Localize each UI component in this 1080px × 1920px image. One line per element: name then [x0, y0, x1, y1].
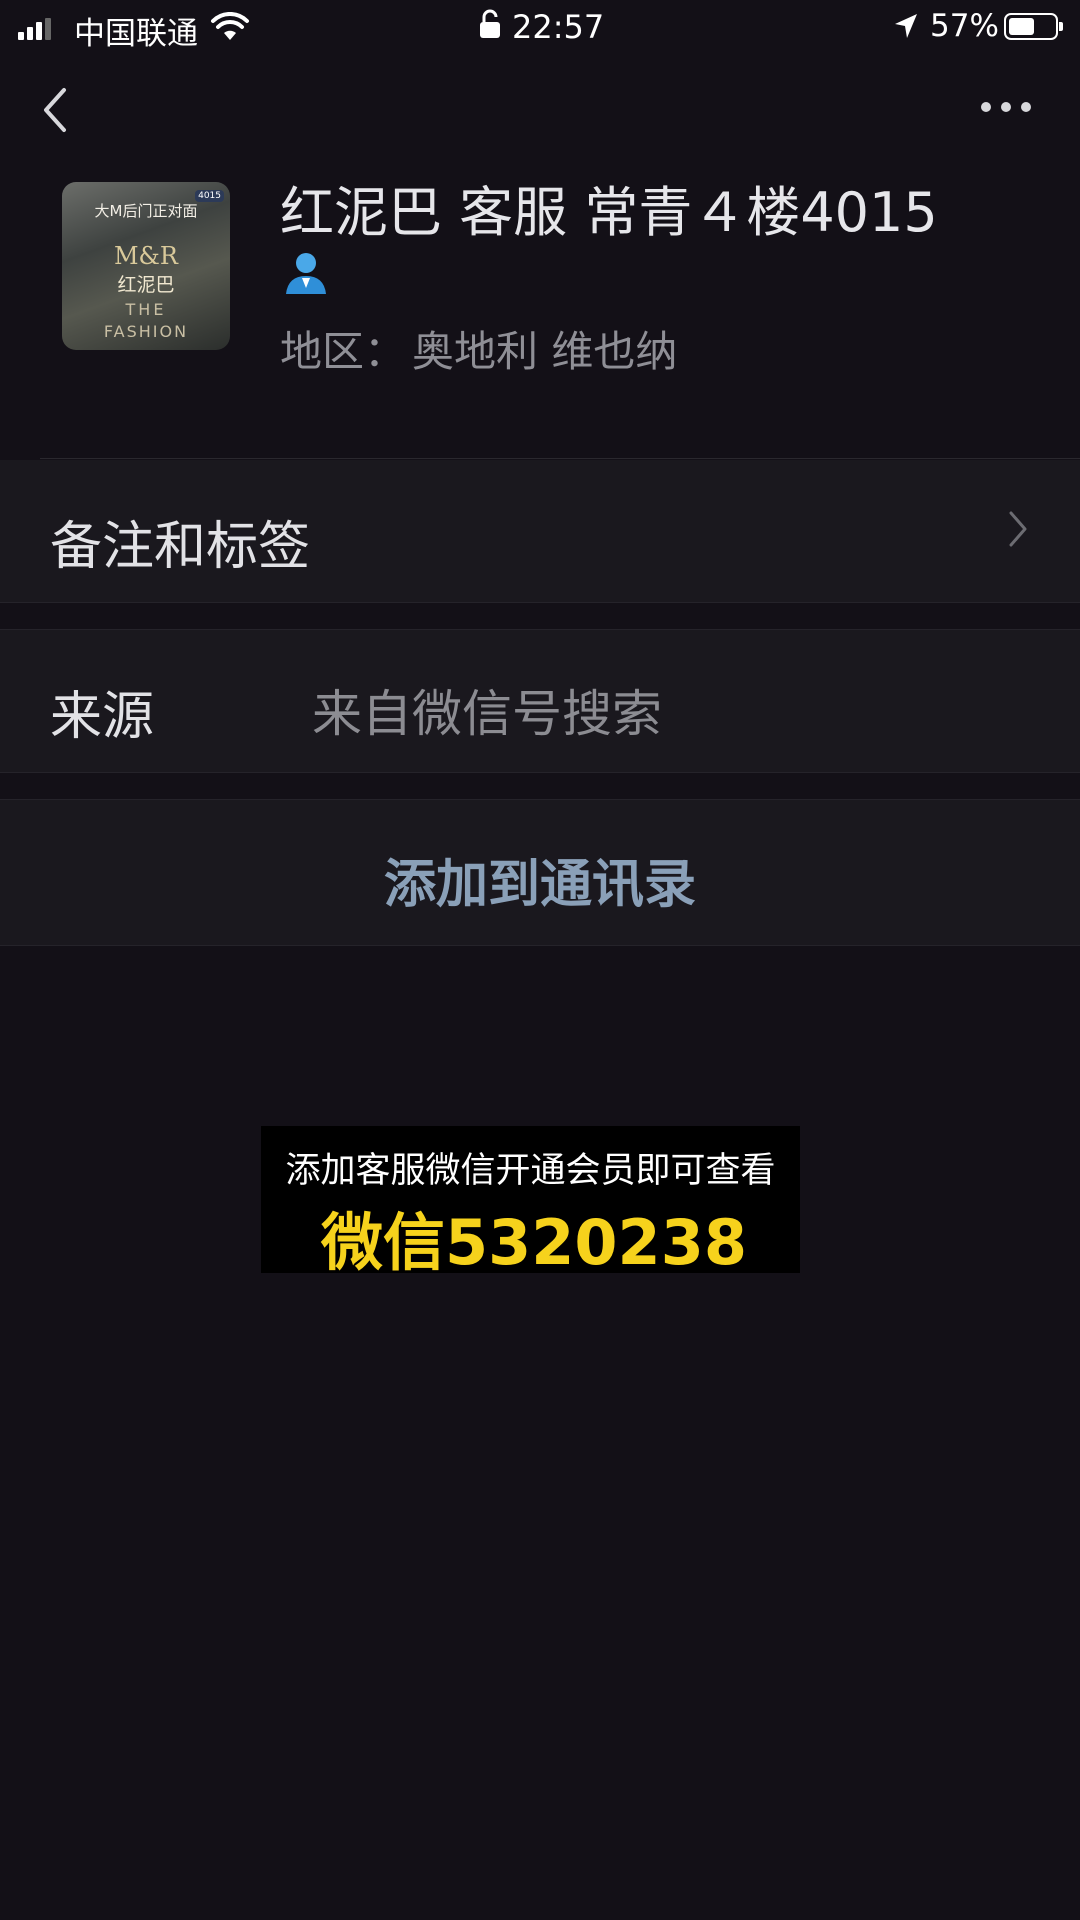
status-time: 22:57	[512, 8, 605, 46]
cellular-signal-icon	[18, 18, 52, 40]
promo-text: 添加客服微信开通会员即可查看	[285, 1151, 776, 1191]
divider	[40, 458, 1080, 459]
source-label: 来源	[50, 687, 155, 747]
orientation-lock-icon	[480, 9, 500, 38]
wifi-icon	[211, 12, 249, 40]
back-icon[interactable]	[40, 86, 70, 134]
promo-wechat-id: 微信5320238	[321, 1206, 747, 1279]
contact-name: 红泥巴 客服 常青４楼4015	[280, 181, 938, 244]
location-arrow-icon	[895, 14, 917, 38]
remarks-and-tags-label: 备注和标签	[50, 517, 311, 577]
source-value: 来自微信号搜索	[312, 685, 662, 743]
more-options-icon[interactable]	[980, 100, 1032, 114]
person-icon	[286, 253, 326, 294]
battery-icon	[1004, 13, 1063, 40]
carrier-name: 中国联通	[74, 16, 198, 52]
avatar-name: 红泥巴	[117, 274, 175, 296]
promo-overlay: 添加客服微信开通会员即可查看 微信5320238	[261, 1126, 800, 1279]
source-row: 来源 来自微信号搜索	[0, 630, 1080, 772]
avatar-line2: FASHION	[103, 322, 189, 341]
divider	[0, 945, 1080, 946]
remarks-and-tags-row[interactable]: 备注和标签	[0, 460, 1080, 602]
avatar[interactable]: 4015 大M后门正对面 M&R 红泥巴 THE FASHION	[62, 182, 230, 350]
status-bar: 中国联通 22:57 57%	[0, 0, 1080, 54]
region: 地区： 奥地利 维也纳	[280, 318, 677, 379]
add-to-contacts-button[interactable]: 添加到通讯录	[0, 800, 1080, 945]
region-value: 奥地利 维也纳	[412, 327, 678, 376]
chevron-right-icon	[1009, 511, 1027, 547]
add-to-contacts-label: 添加到通讯录	[383, 855, 696, 915]
region-label: 地区：	[280, 327, 407, 376]
divider	[0, 602, 1080, 603]
avatar-brand: M&R	[113, 242, 178, 270]
avatar-line1: THE	[125, 300, 167, 319]
battery-percentage: 57%	[930, 8, 999, 44]
avatar-top-text: 大M后门正对面	[94, 202, 198, 220]
divider	[0, 772, 1080, 773]
